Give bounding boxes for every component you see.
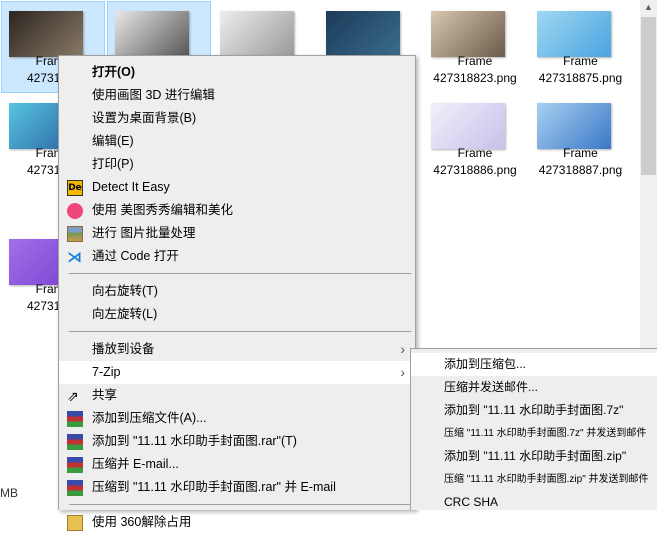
menu-label: 进行 图片批量处理 xyxy=(92,226,196,240)
file-name-line1: Frame xyxy=(563,146,598,160)
menu-label: 编辑(E) xyxy=(92,134,134,148)
menu-detect-it-easy[interactable]: De Detect It Easy xyxy=(59,176,415,199)
scrollbar-thumb[interactable] xyxy=(641,17,656,175)
file-name-line2: 427318823.png xyxy=(433,71,517,85)
submenu-add-to-zip[interactable]: 添加到 "11.11 水印助手封面图.zip" xyxy=(411,445,657,468)
menu-label: 使用 美图秀秀编辑和美化 xyxy=(92,203,233,217)
360-icon xyxy=(67,515,83,531)
menu-7zip[interactable]: 7-Zip › xyxy=(59,361,415,384)
image-batch-icon xyxy=(67,226,83,242)
menu-batch-image[interactable]: 进行 图片批量处理 xyxy=(59,222,415,245)
file-name-line2: 427318875.png xyxy=(538,71,623,85)
chevron-right-icon: › xyxy=(400,364,405,380)
menu-meitu[interactable]: 使用 美图秀秀编辑和美化 xyxy=(59,199,415,222)
file-thumbnail xyxy=(325,11,400,57)
menu-cast-to-device[interactable]: 播放到设备 › xyxy=(59,338,415,361)
menu-label: 添加到压缩文件(A)... xyxy=(92,411,207,425)
submenu-add-to-archive[interactable]: 添加到压缩包... xyxy=(411,353,657,376)
file-thumbnail xyxy=(220,11,294,57)
menu-open[interactable]: 打开(O) xyxy=(59,61,415,84)
menu-label: 压缩 "11.11 水印助手封面图.zip" 并发送到邮件 xyxy=(444,474,649,485)
menu-label: CRC SHA xyxy=(444,495,499,509)
file-thumbnail xyxy=(536,103,611,149)
menu-share[interactable]: ⇗ 共享 xyxy=(59,384,415,407)
menu-rotate-right[interactable]: 向右旋转(T) xyxy=(59,280,415,303)
menu-label: Detect It Easy xyxy=(92,180,170,194)
menu-label: 打印(P) xyxy=(92,157,134,171)
submenu-crc-sha[interactable]: CRC SHA xyxy=(411,491,657,514)
winrar-icon xyxy=(67,480,83,496)
menu-label: 设置为桌面背景(B) xyxy=(92,111,197,125)
menu-compress-email[interactable]: 压缩并 E-mail... xyxy=(59,453,415,476)
file-thumbnail xyxy=(114,11,189,57)
file-name-line1: Frame xyxy=(457,54,493,68)
file-name-line1: Frame xyxy=(563,54,598,68)
menu-print[interactable]: 打印(P) xyxy=(59,153,415,176)
file-name: Frame 427318886.png xyxy=(424,145,526,179)
menu-add-to-archive[interactable]: 添加到压缩文件(A)... xyxy=(59,407,415,430)
winrar-icon xyxy=(67,434,83,450)
menu-label: 添加到 "11.11 水印助手封面图.zip" xyxy=(444,449,627,463)
share-icon: ⇗ xyxy=(67,388,79,404)
submenu-compress-zip-email[interactable]: 压缩 "11.11 水印助手封面图.zip" 并发送到邮件 xyxy=(411,468,657,491)
chevron-right-icon: › xyxy=(400,341,405,357)
file-name: Frame 427318875.png xyxy=(530,53,632,87)
menu-label: 添加到 "11.11 水印助手封面图.7z" xyxy=(444,403,624,417)
file-name-line2: 427318887.png xyxy=(538,163,623,177)
menu-label: 压缩 "11.11 水印助手封面图.7z" 并发送到邮件 xyxy=(444,428,647,439)
menu-separator xyxy=(69,331,411,332)
winrar-icon xyxy=(67,411,83,427)
submenu-compress-7z-email[interactable]: 压缩 "11.11 水印助手封面图.7z" 并发送到邮件 xyxy=(411,422,657,445)
menu-label: 压缩到 "11.11 水印助手封面图.rar" 并 E-mail xyxy=(92,480,336,494)
menu-separator xyxy=(69,273,411,274)
menu-separator xyxy=(69,504,411,505)
file-name-line2: 427318886.png xyxy=(433,163,517,177)
file-thumbnail xyxy=(9,11,83,57)
menu-label: 添加到 "11.11 水印助手封面图.rar"(T) xyxy=(92,434,297,448)
menu-open-vscode[interactable]: ⋊ 通过 Code 打开 xyxy=(59,245,415,268)
status-size: MB xyxy=(0,486,18,500)
menu-add-to-rar[interactable]: 添加到 "11.11 水印助手封面图.rar"(T) xyxy=(59,430,415,453)
menu-label: 压缩并 E-mail... xyxy=(92,457,179,471)
menu-360-unlock[interactable]: 使用 360解除占用 xyxy=(59,511,415,534)
menu-label: 共享 xyxy=(92,388,118,402)
menu-edit[interactable]: 编辑(E) xyxy=(59,130,415,153)
menu-label: 向右旋转(T) xyxy=(92,284,158,298)
file-item[interactable]: Frame 427318887.png xyxy=(529,93,633,185)
file-item[interactable]: Frame 427318823.png xyxy=(423,1,527,93)
menu-edit-paint3d[interactable]: 使用画图 3D 进行编辑 xyxy=(59,84,415,107)
menu-label: 压缩并发送邮件... xyxy=(444,380,539,394)
7zip-submenu: 添加到压缩包... 压缩并发送邮件... 添加到 "11.11 水印助手封面图.… xyxy=(410,348,657,510)
menu-label: 7-Zip xyxy=(92,365,121,379)
meitu-icon xyxy=(67,203,83,219)
menu-label: 打开(O) xyxy=(92,65,136,79)
file-name-line1: Frame xyxy=(457,146,493,160)
file-name: Frame 427318823.png xyxy=(424,53,526,87)
winrar-icon xyxy=(67,457,83,473)
menu-label: 使用画图 3D 进行编辑 xyxy=(92,88,215,102)
menu-set-wallpaper[interactable]: 设置为桌面背景(B) xyxy=(59,107,415,130)
file-thumbnail xyxy=(431,11,505,57)
submenu-compress-email[interactable]: 压缩并发送邮件... xyxy=(411,376,657,399)
detect-it-easy-icon: De xyxy=(67,180,83,196)
vscode-icon: ⋊ xyxy=(67,248,82,266)
menu-label: 向左旋转(L) xyxy=(92,307,158,321)
file-item[interactable]: Frame 427318886.png xyxy=(423,93,527,185)
menu-compress-rar-email[interactable]: 压缩到 "11.11 水印助手封面图.rar" 并 E-mail xyxy=(59,476,415,499)
menu-label: 添加到压缩包... xyxy=(444,357,527,371)
file-name: Frame 427318887.png xyxy=(530,145,632,179)
menu-rotate-left[interactable]: 向左旋转(L) xyxy=(59,303,415,326)
file-thumbnail xyxy=(536,11,611,57)
scroll-up-arrow-icon[interactable]: ▲ xyxy=(640,2,657,12)
menu-label: 播放到设备 xyxy=(92,342,155,356)
submenu-add-to-7z[interactable]: 添加到 "11.11 水印助手封面图.7z" xyxy=(411,399,657,422)
menu-label: 通过 Code 打开 xyxy=(92,249,179,263)
menu-label: 使用 360解除占用 xyxy=(92,515,192,529)
file-item[interactable]: Frame 427318875.png xyxy=(529,1,633,93)
file-thumbnail xyxy=(431,103,505,149)
context-menu: 打开(O) 使用画图 3D 进行编辑 设置为桌面背景(B) 编辑(E) 打印(P… xyxy=(58,55,416,531)
